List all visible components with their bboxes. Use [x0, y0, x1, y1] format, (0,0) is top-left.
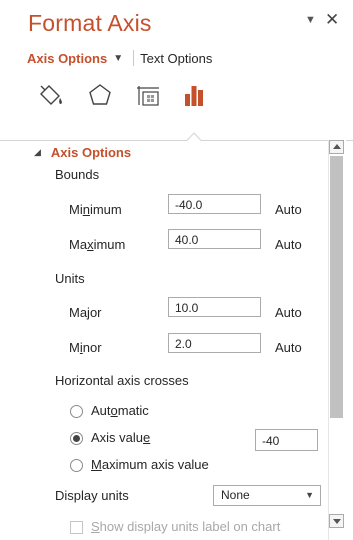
axis-value-input[interactable]: -40 [255, 429, 318, 451]
display-units-label: Display units [55, 488, 129, 503]
maximum-bound-input[interactable]: 40.0 [168, 229, 261, 249]
automatic-radio[interactable] [70, 405, 83, 418]
minor-auto-button[interactable]: Auto [275, 340, 302, 355]
option-tabs: Axis Options ▼ Text Options [27, 49, 212, 67]
horizontal-axis-crosses-label: Horizontal axis crosses [55, 373, 189, 388]
axis-options-icon[interactable] [180, 80, 210, 110]
maximum-auto-button[interactable]: Auto [275, 237, 302, 252]
maximum-label: Maximum [69, 237, 126, 252]
maximum-axis-value-radio-label[interactable]: Maximum axis value [91, 457, 209, 472]
tab-axis-options[interactable]: Axis Options [27, 51, 107, 66]
display-units-select[interactable]: None ▼ [213, 485, 321, 506]
show-display-units-checkbox[interactable] [70, 521, 83, 534]
size-properties-icon[interactable] [133, 80, 163, 110]
caret-down-icon[interactable]: ▼ [305, 14, 316, 26]
show-display-units-label: Show display units label on chart [91, 519, 281, 534]
scroll-down-arrow-icon[interactable] [329, 514, 344, 528]
chevron-down-icon: ▼ [305, 490, 314, 500]
close-icon[interactable]: ✕ [325, 10, 339, 30]
minimum-auto-button[interactable]: Auto [275, 202, 302, 217]
minimum-bound-input[interactable]: -40.0 [168, 194, 261, 214]
format-axis-pane: Format Axis ▼ ✕ Axis Options ▼ Text Opti… [0, 0, 353, 540]
minor-label: Minor [69, 340, 102, 355]
scroll-up-arrow-icon[interactable] [329, 140, 344, 154]
axis-value-radio-label[interactable]: Axis value [91, 430, 150, 445]
pane-title: Format Axis [28, 10, 152, 36]
tab-separator [133, 50, 135, 66]
tab-text-options[interactable]: Text Options [140, 51, 212, 66]
major-auto-button[interactable]: Auto [275, 305, 302, 320]
bounds-label: Bounds [55, 167, 100, 182]
minimum-label: Minimum [69, 202, 122, 217]
maximum-axis-value-radio[interactable] [70, 459, 83, 472]
units-label: Units [55, 271, 85, 286]
major-unit-input[interactable]: 10.0 [168, 297, 261, 317]
fill-line-icon[interactable] [36, 80, 66, 110]
automatic-radio-label[interactable]: Automatic [91, 403, 149, 418]
vertical-scrollbar[interactable] [328, 140, 346, 540]
display-units-value: None [221, 488, 250, 502]
expand-triangle-icon: ◢ [34, 147, 41, 157]
section-axis-options-title: Axis Options [50, 145, 132, 160]
effects-icon[interactable] [85, 80, 115, 110]
major-label: Major [69, 305, 102, 320]
scrollbar-thumb[interactable] [330, 156, 343, 418]
section-axis-options-header[interactable]: ◢ Axis Options [34, 145, 131, 160]
tab-axis-options-caret-icon[interactable]: ▼ [113, 53, 123, 64]
icons-divider [0, 128, 353, 141]
minor-unit-input[interactable]: 2.0 [168, 333, 261, 353]
axis-value-radio[interactable] [70, 432, 83, 445]
